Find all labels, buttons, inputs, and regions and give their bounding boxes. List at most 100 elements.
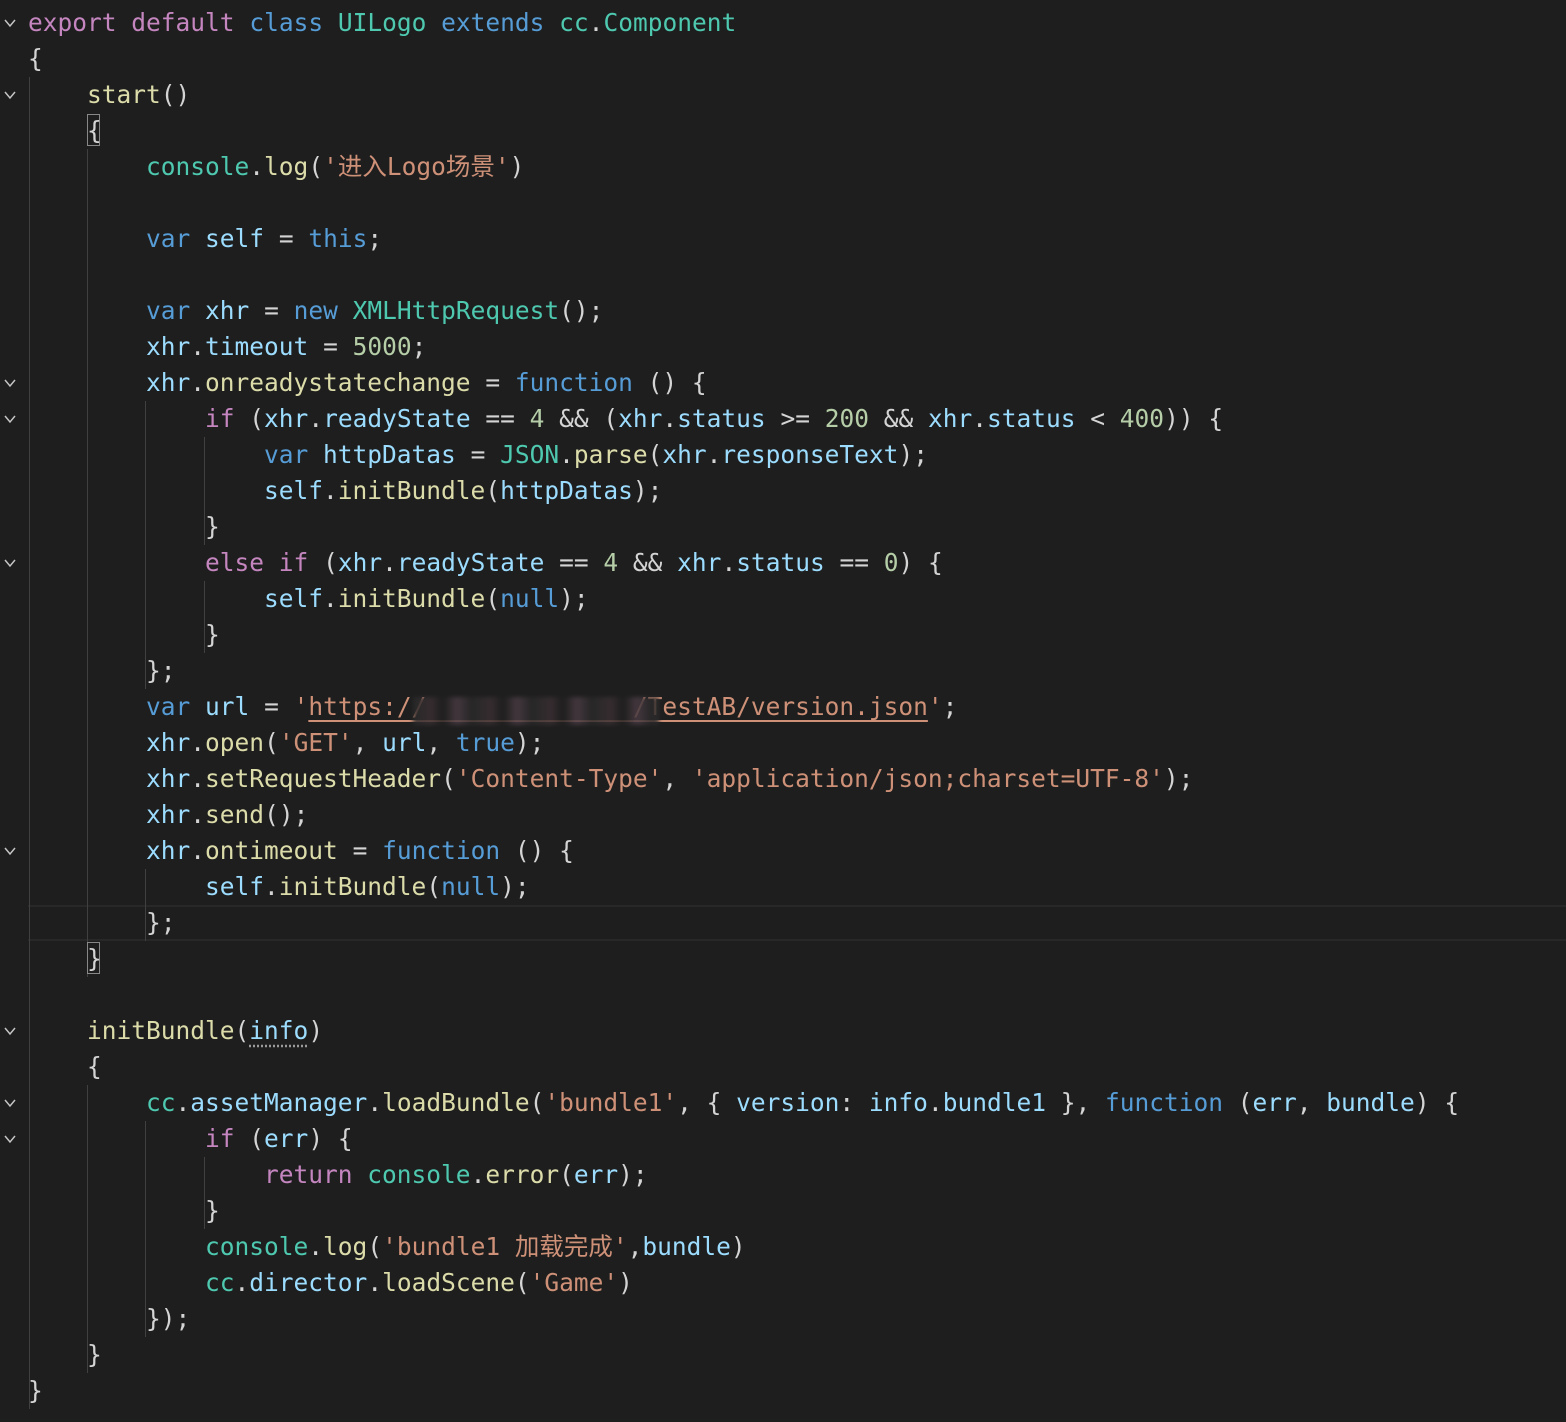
fold-chevron-icon[interactable] bbox=[0, 1013, 20, 1049]
code-token: 'application/json;charset=UTF-8' bbox=[691, 764, 1164, 793]
code-line[interactable]: } bbox=[28, 617, 220, 653]
code-token: . bbox=[190, 728, 206, 757]
code-line[interactable]: if (err) { bbox=[28, 1121, 353, 1157]
fold-chevron-icon[interactable] bbox=[0, 1085, 20, 1121]
fold-chevron-icon[interactable] bbox=[0, 5, 20, 41]
code-token: == bbox=[824, 548, 884, 577]
code-token: assetManager bbox=[190, 1088, 368, 1117]
code-token: }); bbox=[146, 1304, 191, 1333]
code-line[interactable]: start() bbox=[28, 77, 190, 113]
code-token: = bbox=[249, 692, 294, 721]
code-line[interactable]: xhr.setRequestHeader('Content-Type', 'ap… bbox=[28, 761, 1193, 797]
code-line[interactable]: var xhr = new XMLHttpRequest(); bbox=[28, 293, 603, 329]
code-line[interactable]: if (xhr.readyState == 4 && (xhr.status >… bbox=[28, 401, 1223, 437]
code-line[interactable]: initBundle(info) bbox=[28, 1013, 323, 1049]
code-token: == bbox=[470, 404, 530, 433]
redacted-url-region bbox=[413, 697, 659, 725]
code-line[interactable]: }; bbox=[28, 905, 176, 941]
code-token: if bbox=[205, 404, 235, 433]
code-token: cc bbox=[559, 8, 589, 37]
code-line[interactable]: xhr.onreadystatechange = function () { bbox=[28, 365, 707, 401]
code-token: , bbox=[627, 1232, 643, 1261]
code-token: err bbox=[573, 1160, 619, 1189]
code-line[interactable]: console.log('bundle1 加载完成',bundle) bbox=[28, 1229, 746, 1265]
code-line[interactable]: cc.assetManager.loadBundle('bundle1', { … bbox=[28, 1085, 1459, 1121]
code-line[interactable]: xhr.ontimeout = function () { bbox=[28, 833, 574, 869]
code-line[interactable]: console.log('进入Logo场景') bbox=[28, 149, 524, 185]
code-token: () bbox=[160, 80, 191, 109]
code-token: ; bbox=[367, 224, 383, 253]
code-token: && bbox=[618, 548, 678, 577]
code-token: httpDatas bbox=[500, 476, 633, 505]
code-line[interactable]: var self = this; bbox=[28, 221, 382, 257]
code-line[interactable]: cc.director.loadScene('Game') bbox=[28, 1265, 633, 1301]
code-token: console bbox=[205, 1232, 309, 1261]
code-token: } bbox=[28, 1376, 43, 1405]
fold-chevron-icon[interactable] bbox=[0, 401, 20, 437]
fold-chevron-icon[interactable] bbox=[0, 77, 20, 113]
code-line[interactable]: xhr.send(); bbox=[28, 797, 308, 833]
fold-chevron-icon[interactable] bbox=[0, 545, 20, 581]
code-token: 4 bbox=[603, 548, 619, 577]
code-line[interactable]: return console.error(err); bbox=[28, 1157, 648, 1193]
code-line[interactable]: self.initBundle(null); bbox=[28, 869, 530, 905]
code-line[interactable]: { bbox=[28, 113, 102, 149]
code-token: xhr bbox=[146, 368, 191, 397]
code-line[interactable]: } bbox=[28, 1337, 102, 1373]
code-token: = bbox=[455, 440, 501, 469]
code-token: { bbox=[87, 116, 102, 145]
code-token: ( bbox=[234, 404, 265, 433]
code-token: initBundle bbox=[337, 584, 486, 613]
code-line[interactable]: }); bbox=[28, 1301, 190, 1337]
code-token: xhr bbox=[146, 332, 191, 361]
code-token: xhr bbox=[618, 404, 663, 433]
code-token: , bbox=[352, 728, 383, 757]
code-token: ) bbox=[730, 1232, 746, 1261]
code-line[interactable]: export default class UILogo extends cc.C… bbox=[28, 5, 736, 41]
code-line[interactable]: { bbox=[28, 41, 43, 77]
code-token: 5000 bbox=[352, 332, 412, 361]
code-line[interactable]: self.initBundle(httpDatas); bbox=[28, 473, 662, 509]
code-token: ( bbox=[426, 872, 442, 901]
code-line[interactable]: var httpDatas = JSON.parse(xhr.responseT… bbox=[28, 437, 928, 473]
code-token: 'bundle1 加载完成' bbox=[382, 1232, 628, 1261]
code-token: ( bbox=[559, 1160, 574, 1189]
fold-chevron-icon[interactable] bbox=[0, 365, 20, 401]
code-token: } bbox=[87, 1340, 102, 1369]
code-token: initBundle bbox=[87, 1016, 235, 1045]
code-line[interactable]: } bbox=[28, 941, 102, 977]
fold-chevron-icon[interactable] bbox=[0, 833, 20, 869]
code-line[interactable]: { bbox=[28, 1049, 102, 1085]
code-token: ' bbox=[293, 692, 309, 721]
code-token: xhr bbox=[146, 764, 191, 793]
code-line[interactable]: } bbox=[28, 509, 220, 545]
code-line[interactable]: } bbox=[28, 1193, 220, 1229]
code-editor[interactable]: export default class UILogo extends cc.C… bbox=[0, 0, 1566, 1422]
code-token: start bbox=[87, 80, 161, 109]
code-token: ); bbox=[898, 440, 928, 469]
code-token: xhr bbox=[677, 548, 722, 577]
code-line[interactable]: else if (xhr.readyState == 4 && xhr.stat… bbox=[28, 545, 943, 581]
code-token: { bbox=[28, 44, 43, 73]
code-token: . bbox=[972, 404, 988, 433]
code-token: var bbox=[264, 440, 309, 469]
fold-chevron-icon[interactable] bbox=[0, 1121, 20, 1157]
code-line[interactable]: self.initBundle(null); bbox=[28, 581, 589, 617]
code-line[interactable]: } bbox=[28, 1373, 43, 1409]
code-line[interactable]: xhr.open('GET', url, true); bbox=[28, 725, 544, 761]
code-token: . bbox=[367, 1268, 383, 1297]
code-line[interactable]: xhr.timeout = 5000; bbox=[28, 329, 426, 365]
code-token: xhr bbox=[205, 296, 250, 325]
code-line[interactable]: }; bbox=[28, 653, 176, 689]
code-token: >= bbox=[765, 404, 825, 433]
